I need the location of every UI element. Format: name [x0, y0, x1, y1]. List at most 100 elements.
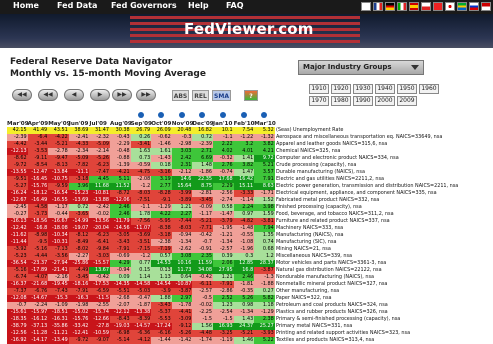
table-cell[interactable]: 2.27	[171, 211, 193, 218]
table-cell[interactable]: -1.98	[68, 302, 90, 309]
flag-china-icon[interactable]	[433, 2, 443, 11]
row-label[interactable]: Aerospace and miscellaneous transportati…	[276, 134, 442, 141]
table-cell[interactable]: 11.68	[89, 183, 110, 190]
table-cell[interactable]: 1.13	[151, 274, 172, 281]
table-cell[interactable]: -16.3	[68, 295, 90, 302]
table-cell[interactable]: -1.1	[213, 134, 234, 141]
table-cell[interactable]: -1.29	[254, 309, 275, 316]
table-cell[interactable]: 15.64	[171, 183, 193, 190]
table-cell[interactable]: -4.42	[7, 141, 28, 148]
table-cell[interactable]: 1.35	[254, 232, 275, 239]
table-cell[interactable]: -3.87	[254, 267, 275, 274]
abs-button[interactable]: ABS	[172, 90, 189, 101]
row-label[interactable]: Crude processing (capacity), nsa	[276, 162, 356, 169]
table-cell[interactable]: 8.63	[254, 183, 275, 190]
table-cell[interactable]: 2.46	[110, 211, 131, 218]
table-cell[interactable]: -1.96	[233, 246, 255, 253]
row-label[interactable]: Mining NAICS=21, nsa	[276, 246, 331, 253]
table-cell[interactable]: -3.89	[171, 197, 193, 204]
table-cell[interactable]: -7.19	[151, 246, 172, 253]
table-cell[interactable]: -8.03	[130, 190, 152, 197]
table-cell[interactable]: -14.57	[130, 323, 152, 330]
table-cell[interactable]: -33.42	[68, 323, 90, 330]
row-label[interactable]: Printing and related support activities …	[276, 330, 410, 337]
table-cell[interactable]: -13.38	[130, 309, 152, 316]
table-cell[interactable]: -12.67	[7, 197, 28, 204]
table-cell[interactable]: -7.44	[171, 218, 193, 225]
table-cell[interactable]: 28.37	[254, 260, 275, 267]
table-cell[interactable]: -0.02	[192, 302, 213, 309]
table-cell[interactable]: -5.37	[151, 309, 172, 316]
table-cell[interactable]: -37.13	[27, 323, 49, 330]
table-cell[interactable]: 11.73	[171, 267, 193, 274]
table-cell[interactable]: -8.12	[68, 232, 90, 239]
table-cell[interactable]: -4.22	[48, 134, 69, 141]
rewind-button[interactable]: ◀◀	[38, 89, 58, 101]
table-cell[interactable]: -12.06	[110, 197, 131, 204]
help-button[interactable]: ?	[244, 90, 258, 101]
table-cell[interactable]: -3.16	[151, 169, 172, 176]
row-label[interactable]: Other manufacturing, nsa	[276, 288, 339, 295]
table-cell[interactable]: -1.32	[254, 134, 275, 141]
table-cell[interactable]: -0.7	[7, 302, 28, 309]
table-cell[interactable]: -10.34	[48, 232, 69, 239]
flag-germany-icon[interactable]	[385, 2, 395, 11]
first-button[interactable]: ◀◀	[12, 89, 32, 101]
table-cell[interactable]: -9.59	[48, 183, 69, 190]
table-cell[interactable]: -18.56	[27, 218, 49, 225]
table-cell[interactable]: -18.08	[48, 225, 69, 232]
table-cell[interactable]: -1.19	[213, 337, 234, 344]
table-cell[interactable]: -6.11	[192, 281, 213, 288]
table-cell[interactable]: -18.12	[27, 190, 49, 197]
table-cell[interactable]: -6.76	[27, 288, 49, 295]
table-cell[interactable]: 14.6	[171, 176, 193, 183]
table-cell[interactable]: -3.43	[151, 302, 172, 309]
table-cell[interactable]: 3.57	[254, 169, 275, 176]
table-cell[interactable]: 4.02	[213, 148, 234, 155]
table-cell[interactable]: -3.18	[68, 176, 90, 183]
table-cell[interactable]: -12.47	[27, 169, 49, 176]
table-cell[interactable]: 1.18	[254, 302, 275, 309]
table-cell[interactable]: 2.77	[151, 183, 172, 190]
table-cell[interactable]: 1.78	[130, 211, 152, 218]
row-label[interactable]: Durable manufacturing (NAICS), nsa	[276, 169, 365, 176]
flag-uk-icon[interactable]	[361, 2, 371, 11]
table-cell[interactable]: -15.74	[89, 309, 110, 316]
table-cell[interactable]: -5.03	[130, 288, 152, 295]
row-label[interactable]: Manufacturing (SIC), nsa	[276, 239, 337, 246]
table-cell[interactable]: 2.29	[213, 183, 234, 190]
table-cell[interactable]: -1.44	[151, 337, 172, 344]
row-label[interactable]: Miscellaneous NAICS=339, nsa	[276, 253, 352, 260]
table-cell[interactable]: -6.74	[7, 274, 28, 281]
table-cell[interactable]: -3.81	[254, 218, 275, 225]
table-cell[interactable]: 12.85	[233, 260, 255, 267]
table-cell[interactable]: -8.98	[27, 232, 49, 239]
table-cell[interactable]: -1.34	[171, 239, 193, 246]
table-cell[interactable]: -9.12	[171, 323, 193, 330]
table-cell[interactable]: -5.14	[110, 337, 131, 344]
table-cell[interactable]: -3.44	[27, 141, 49, 148]
table-cell[interactable]: -16.13	[7, 218, 28, 225]
table-cell[interactable]: 3.82	[254, 141, 275, 148]
table-cell[interactable]: -1.95	[213, 225, 234, 232]
table-cell[interactable]: -12.41	[68, 330, 90, 337]
row-label[interactable]: Apparel and leather goods NAICS=315,6, n…	[276, 141, 387, 148]
table-cell[interactable]: -7.91	[213, 281, 234, 288]
table-cell[interactable]: -5.21	[48, 141, 69, 148]
table-cell[interactable]: -0.74	[213, 169, 234, 176]
table-cell[interactable]: -1.5	[213, 316, 234, 323]
table-cell[interactable]: -3.53	[27, 148, 49, 155]
table-cell[interactable]: -3.45	[68, 274, 90, 281]
table-cell[interactable]: -5.16	[7, 267, 28, 274]
table-cell[interactable]: -16.31	[48, 316, 69, 323]
table-cell[interactable]: -6.36	[130, 330, 152, 337]
table-cell[interactable]: -14.67	[27, 295, 49, 302]
table-cell[interactable]: -11.28	[27, 330, 49, 337]
flag-brazil-icon[interactable]	[457, 2, 467, 11]
table-cell[interactable]: -38.79	[7, 323, 28, 330]
table-cell[interactable]: -7.91	[68, 288, 90, 295]
table-cell[interactable]: -2.56	[213, 190, 234, 197]
table-cell[interactable]: 16.93	[213, 323, 234, 330]
table-cell[interactable]: -2.24	[27, 302, 49, 309]
table-cell[interactable]: -8.28	[151, 190, 172, 197]
